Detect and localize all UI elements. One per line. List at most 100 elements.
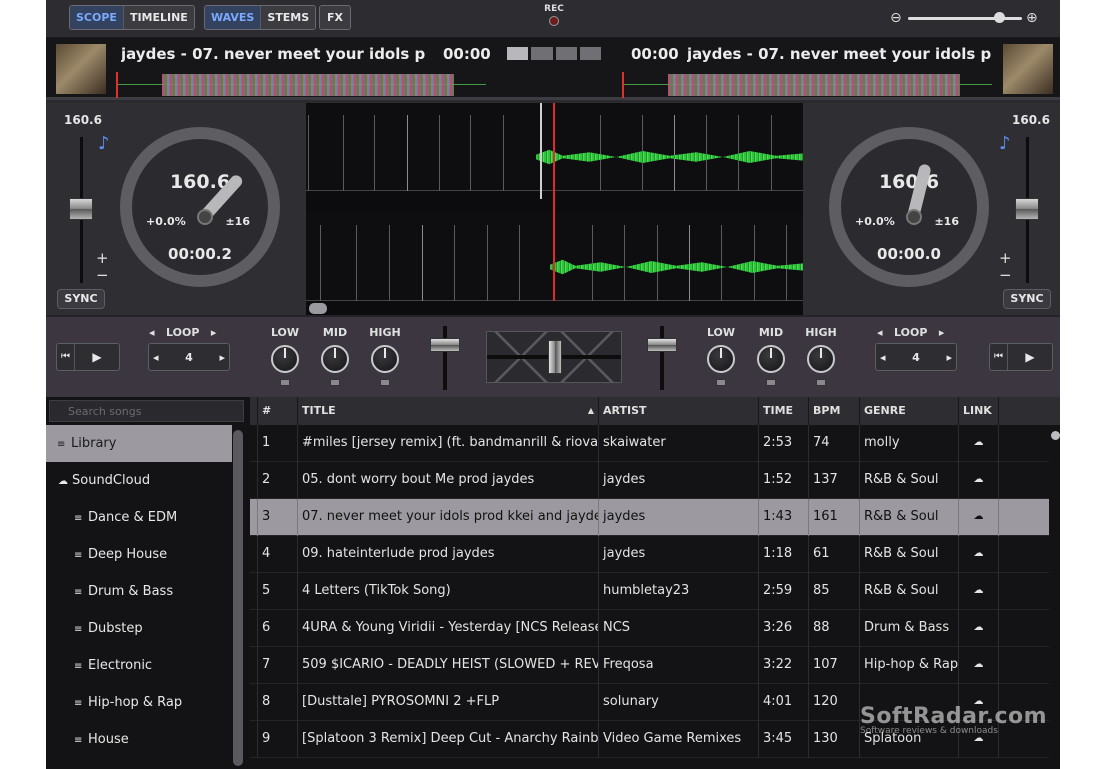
soundcloud-link-icon[interactable]: ☁ bbox=[959, 499, 999, 536]
record-icon[interactable] bbox=[549, 16, 559, 26]
deck-b-overview-waveform[interactable] bbox=[622, 72, 992, 98]
table-row[interactable]: 7 509 $ICARIO - DEADLY HEIST (SLOWED + RE… bbox=[250, 647, 1049, 684]
table-row[interactable]: 6 4URA & Young Viridii - Yesterday [NCS R… bbox=[250, 610, 1049, 647]
table-row[interactable]: 1 #miles [jersey remix] (ft. bandmanrill … bbox=[250, 425, 1049, 462]
column-artist[interactable]: ARTIST bbox=[599, 397, 759, 425]
sidebar-item[interactable]: ≡ Deep House bbox=[46, 536, 232, 573]
deck-b-high-knob[interactable] bbox=[807, 345, 835, 373]
deck-a-low-kill-button[interactable] bbox=[280, 379, 290, 386]
soundcloud-link-icon[interactable]: ☁ bbox=[959, 462, 999, 499]
soundcloud-link-icon[interactable]: ☁ bbox=[959, 610, 999, 647]
deck-a-loop-label: ◂ LOOP ▸ bbox=[149, 326, 216, 339]
sidebar-item[interactable]: ≡ Electronic bbox=[46, 647, 232, 684]
deck-b-play-button[interactable]: ▶ bbox=[1008, 344, 1052, 370]
deck-a-mid-kill-button[interactable] bbox=[330, 379, 340, 386]
deck-b-loop-prev-icon[interactable]: ◂ bbox=[877, 326, 883, 339]
deck-b-mid-knob[interactable] bbox=[757, 345, 785, 373]
sidebar-item[interactable]: ≡ Dubstep bbox=[46, 610, 232, 647]
deck-b-low-kill-button[interactable] bbox=[716, 379, 726, 386]
sidebar-item[interactable]: ≡ House bbox=[46, 721, 232, 758]
column-title[interactable]: TITLE ▲ bbox=[298, 397, 599, 425]
deck-b-key-lock-icon[interactable]: ♪ bbox=[999, 133, 1011, 154]
column-link[interactable]: LINK bbox=[959, 397, 999, 425]
sidebar-item[interactable]: ☁ SoundCloud bbox=[46, 462, 232, 499]
deck-a-pitch-up-icon[interactable]: + bbox=[96, 251, 109, 266]
beat-gridline bbox=[487, 225, 488, 301]
deck-b-sync-button[interactable]: SYNC bbox=[1003, 289, 1051, 309]
deck-b-pitch-down-icon[interactable]: − bbox=[999, 268, 1012, 283]
table-row[interactable]: 3 07. never meet your idols prod kkei and… bbox=[250, 499, 1049, 536]
deck-b-low-knob[interactable] bbox=[707, 345, 735, 373]
table-row[interactable]: 4 09. hateinterlude prod jaydes jaydes 1:18… bbox=[250, 536, 1049, 573]
deck-a-loop-prev-icon[interactable]: ◂ bbox=[149, 326, 155, 339]
deck-b-mid-kill-button[interactable] bbox=[766, 379, 776, 386]
deck-a-cue-marker[interactable] bbox=[540, 103, 542, 199]
deck-a-loop-decrease-icon[interactable]: ◂ bbox=[153, 351, 159, 364]
stems-button[interactable]: STEMS bbox=[261, 6, 316, 29]
deck-b-loop-decrease-icon[interactable]: ◂ bbox=[880, 351, 886, 364]
deck-a-low-knob[interactable] bbox=[271, 345, 299, 373]
deck-b-pitch-range[interactable]: ±16 bbox=[934, 215, 959, 228]
deck-a-play-button[interactable]: ▶ bbox=[75, 344, 119, 370]
fx-button[interactable]: FX bbox=[320, 6, 350, 29]
deck-b-volume-fader[interactable] bbox=[647, 326, 677, 392]
deck-a-volume-fader[interactable] bbox=[430, 326, 460, 392]
soundcloud-link-icon[interactable]: ☁ bbox=[959, 536, 999, 573]
deck-a-loop-selector[interactable]: ◂ 4 ▸ bbox=[148, 343, 230, 371]
deck-b-loop-selector[interactable]: ◂ 4 ▸ bbox=[875, 343, 957, 371]
column-genre[interactable]: GENRE bbox=[860, 397, 959, 425]
deck-b-loop-increase-icon[interactable]: ▸ bbox=[946, 351, 952, 364]
deck-a-overview-waveform[interactable] bbox=[116, 72, 486, 98]
zoom-out-icon[interactable]: ⊖ bbox=[890, 10, 902, 26]
sidebar-item[interactable]: ≡ Library bbox=[46, 425, 232, 462]
zoom-in-icon[interactable]: ⊕ bbox=[1026, 10, 1038, 26]
crossfader[interactable] bbox=[486, 331, 622, 383]
beat-gridline bbox=[374, 115, 375, 191]
deck-a-sync-button[interactable]: SYNC bbox=[57, 289, 105, 309]
column-number[interactable]: # bbox=[258, 397, 298, 425]
timeline-button[interactable]: TIMELINE bbox=[123, 6, 194, 29]
deck-a-loop-increase-icon[interactable]: ▸ bbox=[219, 351, 225, 364]
soundcloud-link-icon[interactable]: ☁ bbox=[959, 425, 999, 462]
deck-a-pitch-fader[interactable] bbox=[69, 198, 93, 220]
deck-a-high-knob[interactable] bbox=[371, 345, 399, 373]
soundcloud-link-icon[interactable]: ☁ bbox=[959, 647, 999, 684]
deck-b-high-kill-button[interactable] bbox=[816, 379, 826, 386]
deck-a-loop-next-icon[interactable]: ▸ bbox=[211, 326, 217, 339]
deck-b-pitch-fader[interactable] bbox=[1015, 198, 1039, 220]
table-row[interactable]: 2 05. dont worry bout Me prod jaydes jayde… bbox=[250, 462, 1049, 499]
deck-a-key-lock-icon[interactable]: ♪ bbox=[98, 133, 110, 154]
column-time[interactable]: TIME bbox=[759, 397, 809, 425]
waveform-scrollbar-handle[interactable] bbox=[309, 303, 327, 314]
deck-a-mid-knob[interactable] bbox=[321, 345, 349, 373]
scope-button[interactable]: SCOPE bbox=[70, 6, 124, 29]
deck-a-to-start-button[interactable]: ⏮ bbox=[57, 344, 75, 370]
deck-a-pitch-range[interactable]: ±16 bbox=[225, 215, 250, 228]
deck-a-volume-handle[interactable] bbox=[430, 338, 460, 352]
zoom-slider-handle[interactable] bbox=[994, 12, 1006, 23]
sidebar-item[interactable]: ≡ Hip-hop & Rap bbox=[46, 684, 232, 721]
deck-a-high-kill-button[interactable] bbox=[380, 379, 390, 386]
library-sidebar: ≡ Library ☁ SoundCloud ≡ Dance & EDM ≡ Deep Hou… bbox=[46, 425, 246, 769]
deck-b-loop-next-icon[interactable]: ▸ bbox=[939, 326, 945, 339]
sidebar-item[interactable]: ≡ Drum & Bass bbox=[46, 573, 232, 610]
sort-ascending-icon[interactable]: ▲ bbox=[588, 397, 594, 425]
record-control[interactable]: REC bbox=[544, 4, 564, 26]
table-scrollbar-handle[interactable] bbox=[1051, 431, 1060, 440]
soundcloud-link-icon[interactable]: ☁ bbox=[959, 573, 999, 610]
deck-a-platter[interactable]: 160.6 +0.0% ±16 00:00.2 bbox=[120, 127, 280, 287]
column-bpm[interactable]: BPM bbox=[809, 397, 860, 425]
deck-b-platter[interactable]: 160.6 +0.0% ±16 00:00.0 bbox=[829, 127, 989, 287]
deck-b-to-start-button[interactable]: ⏮ bbox=[990, 344, 1008, 370]
sidebar-item[interactable]: ≡ Dance & EDM bbox=[46, 499, 232, 536]
waves-button[interactable]: WAVES bbox=[205, 6, 262, 29]
crossfader-handle[interactable] bbox=[548, 340, 562, 374]
deck-b-volume-handle[interactable] bbox=[647, 338, 677, 352]
table-row[interactable]: 54 Letters (TikTok Song) humbletay23 2:59 8… bbox=[250, 573, 1049, 610]
sidebar-scrollbar[interactable] bbox=[233, 430, 243, 766]
deck-b-pitch-up-icon[interactable]: + bbox=[999, 251, 1012, 266]
cell-artist: jaydes bbox=[599, 499, 759, 536]
scrolling-waveform-view[interactable] bbox=[306, 103, 803, 315]
deck-a-pitch-down-icon[interactable]: − bbox=[96, 268, 109, 283]
search-input[interactable] bbox=[49, 400, 244, 422]
